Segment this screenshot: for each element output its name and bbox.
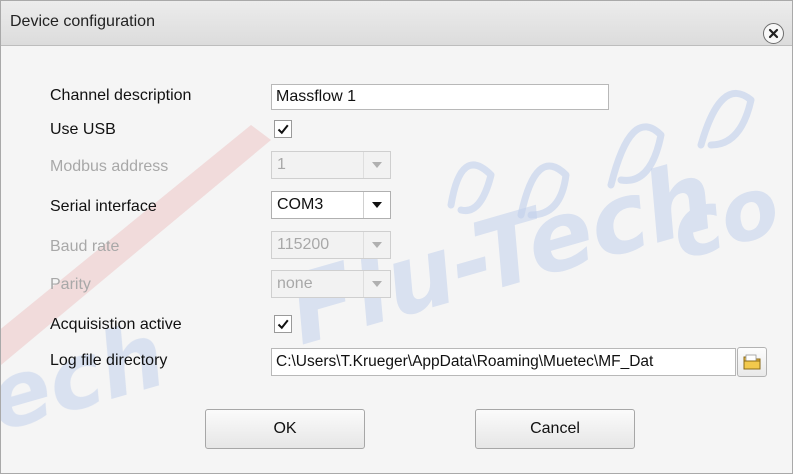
use-usb-label: Use USB [50,121,116,138]
modbus-address-value: 1 [277,156,286,173]
device-configuration-dialog: Device configuration Flu-Tech co Tech Ch… [0,0,793,474]
channel-description-input[interactable] [271,84,609,110]
checkmark-icon [277,319,289,330]
dropdown-arrow-icon [363,271,390,297]
dropdown-arrow-icon [363,192,390,218]
use-usb-checkbox[interactable] [274,120,292,138]
channel-description-label: Channel description [50,87,192,104]
dropdown-arrow-icon [363,232,390,258]
baud-rate-value: 115200 [277,236,330,253]
close-button[interactable] [763,23,784,44]
serial-interface-label: Serial interface [50,198,157,215]
parity-value: none [277,275,313,292]
close-icon [768,28,779,39]
baud-rate-select[interactable]: 115200 [271,231,391,259]
acquisition-active-label: Acquisistion active [50,316,182,333]
baud-rate-label: Baud rate [50,238,120,255]
modbus-address-select[interactable]: 1 [271,151,391,179]
parity-label: Parity [50,276,91,293]
log-file-directory-label: Log file directory [50,352,168,369]
log-file-directory-input[interactable] [271,348,736,376]
checkmark-icon [277,124,289,135]
cancel-button[interactable]: Cancel [475,409,635,449]
folder-icon [743,354,761,370]
ok-button[interactable]: OK [205,409,365,449]
browse-folder-button[interactable] [737,347,767,377]
dialog-title: Device configuration [10,13,155,30]
serial-interface-value: COM3 [277,196,324,213]
serial-interface-select[interactable]: COM3 [271,191,391,219]
parity-select[interactable]: none [271,270,391,298]
dropdown-arrow-icon [363,152,390,178]
modbus-address-label: Modbus address [50,158,169,175]
acquisition-active-checkbox[interactable] [274,315,292,333]
dialog-titlebar: Device configuration [1,1,792,46]
svg-text:co: co [660,155,790,279]
